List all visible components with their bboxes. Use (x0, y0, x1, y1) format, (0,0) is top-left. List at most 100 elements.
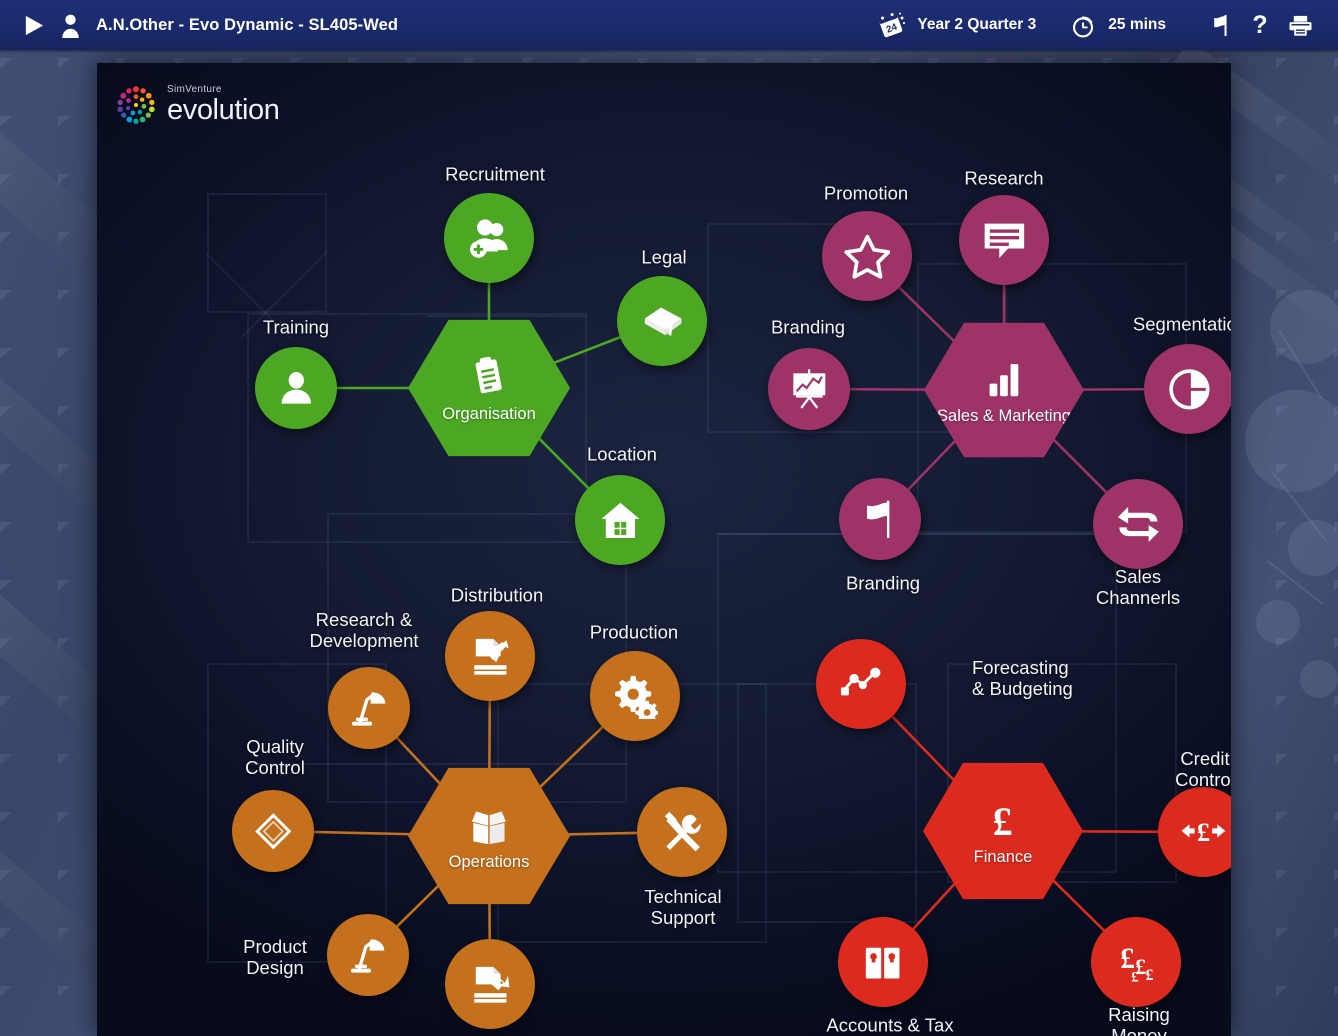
spoke-node-location[interactable] (575, 475, 665, 565)
bar-chart-icon (990, 363, 1019, 397)
person-icon (281, 371, 311, 404)
spoke-node-distribution[interactable] (445, 611, 535, 701)
people-add-icon (469, 218, 508, 258)
application-title-bar: A.N.Other - Evo Dynamic - SL405-Wed 24 Y… (0, 0, 1338, 50)
spoke-label-distribution: Distribution (450, 584, 544, 606)
spoke-label-quality-control: Quality Control (245, 736, 305, 778)
desk-lamp-icon (351, 692, 385, 726)
hub-node-sales_marketing[interactable]: Sales & Marketing (924, 322, 1084, 458)
spoke-label-branding: Branding (845, 572, 921, 594)
spoke-label-segmentation: Segmentation (1132, 313, 1231, 335)
spoke-node-segmentation[interactable] (1144, 344, 1231, 434)
speech-bubble-icon (984, 223, 1024, 258)
pound-stack-icon: £ £ ££ (1120, 943, 1153, 985)
wallpaper-node (1256, 600, 1300, 644)
spoke-label-technical-support: Technical Support (644, 886, 722, 928)
spoke-node-production[interactable] (590, 651, 680, 741)
spoke-node-credit-control[interactable]: £ (1158, 787, 1231, 877)
spoke-label-location: Location (587, 443, 657, 465)
hub-node-operations[interactable]: Operations (408, 767, 570, 905)
cycle-arrows-icon (1117, 506, 1159, 542)
spoke-label-branding: Branding (770, 316, 846, 338)
spoke-node-training[interactable] (255, 347, 337, 429)
spoke-label-sales-channerls: Sales Channerls (1095, 566, 1181, 608)
svg-text:£: £ (1145, 967, 1153, 984)
department-graph: Organisation Recruitment Training Legal Loca… (97, 63, 1231, 1036)
hub-node-finance[interactable]: £ Finance (923, 762, 1083, 900)
spoke-node-branding[interactable] (839, 478, 921, 560)
svg-text:£: £ (993, 799, 1013, 843)
help-icon[interactable]: ? (1240, 5, 1280, 45)
flag-pole-icon (866, 500, 890, 538)
wallpaper-node (1300, 660, 1338, 698)
diamond-icon (254, 812, 292, 850)
doc-out-icon (473, 638, 509, 675)
spoke-node-promotion[interactable] (822, 211, 912, 301)
spoke-node-quality-control[interactable] (232, 790, 314, 872)
timer-indicator: 25 mins (1070, 12, 1166, 39)
spoke-node-raising-money[interactable]: £ £ £ £ (1091, 917, 1181, 1007)
print-icon[interactable] (1280, 5, 1320, 45)
doc-in-icon (473, 966, 510, 1003)
play-icon[interactable] (22, 14, 45, 37)
spoke-label-research-development: Research & Development (309, 609, 419, 651)
spoke-node-product-design[interactable] (327, 914, 409, 996)
star-icon (843, 234, 891, 279)
spoke-node-accounts-tax[interactable] (838, 917, 928, 1007)
spoke-node-sales-channerls[interactable] (1093, 479, 1183, 569)
hub-label: Operations (448, 852, 530, 871)
svg-text:£: £ (1131, 969, 1138, 985)
logo-bottom-text: evolution (167, 94, 280, 126)
book-gavel-icon (644, 307, 682, 336)
calendar-icon: 24 (876, 10, 906, 40)
flag-icon[interactable] (1200, 5, 1240, 45)
tools-icon (664, 811, 701, 852)
session-title: A.N.Other - Evo Dynamic - SL405-Wed (96, 15, 399, 34)
spoke-label-legal: Legal (641, 246, 687, 268)
spoke-node-legal[interactable] (617, 276, 707, 366)
simventure-logo: SimVenture evolution (114, 83, 280, 127)
hub-label: Organisation (442, 404, 536, 423)
line-chart-icon (840, 667, 881, 695)
spoke-label-promotion: Promotion (823, 182, 909, 204)
house-icon (600, 502, 640, 538)
spoke-label-raising-money: Raising Money (1108, 1004, 1170, 1036)
spoke-label-forecasting-budgeting: Forecasting & Budgeting (972, 657, 1073, 699)
spoke-node-technical-support[interactable] (637, 787, 727, 877)
spoke-label-credit-control: Credit Control (1175, 748, 1231, 790)
easel-chart-icon (793, 369, 825, 409)
spoke-label-production: Production (589, 621, 679, 643)
svg-text:£: £ (1196, 818, 1209, 847)
spoke-label-training: Training (262, 316, 330, 338)
spoke-node-branding[interactable] (768, 348, 850, 430)
spoke-node-research[interactable] (959, 195, 1049, 285)
logo-mark-icon (114, 83, 158, 127)
spoke-node-recruitment[interactable] (444, 193, 534, 283)
quarter-label: Year 2 Quarter 3 (917, 16, 1037, 33)
desk-lamp-icon (350, 939, 384, 973)
pound-icon: £ (993, 799, 1013, 843)
pie-chart-icon (1168, 368, 1210, 410)
ledger-icon (865, 947, 900, 979)
timer-label: 25 mins (1108, 16, 1166, 33)
hub-label: Sales & Marketing (937, 406, 1071, 425)
user-avatar-icon (59, 13, 82, 38)
spoke-node-forecasting-budgeting[interactable] (816, 639, 906, 729)
clipboard-icon (475, 356, 502, 393)
wallpaper-node (1288, 520, 1338, 576)
wallpaper-node (1245, 390, 1338, 492)
quarter-indicator: 24 Year 2 Quarter 3 (876, 10, 1036, 40)
gears-icon (614, 675, 659, 720)
spoke-label-recruitment: Recruitment (445, 163, 545, 185)
hub-label: Finance (973, 847, 1033, 866)
spoke-label-product-design: Product Design (243, 936, 307, 978)
spoke-node-research-development[interactable] (328, 667, 410, 749)
open-box-icon (471, 811, 507, 844)
spoke-label-research: Research (964, 167, 1044, 189)
spoke-node-purchasing[interactable] (445, 939, 535, 1029)
spoke-label-accounts-tax: Accounts & Tax (826, 1014, 954, 1036)
stopwatch-icon (1070, 12, 1097, 39)
hub-node-organisation[interactable]: Organisation (408, 319, 570, 457)
wallpaper-node (1270, 290, 1338, 364)
simventure-main-panel: SimVenture evolution Organisation Recruit… (97, 63, 1231, 1036)
